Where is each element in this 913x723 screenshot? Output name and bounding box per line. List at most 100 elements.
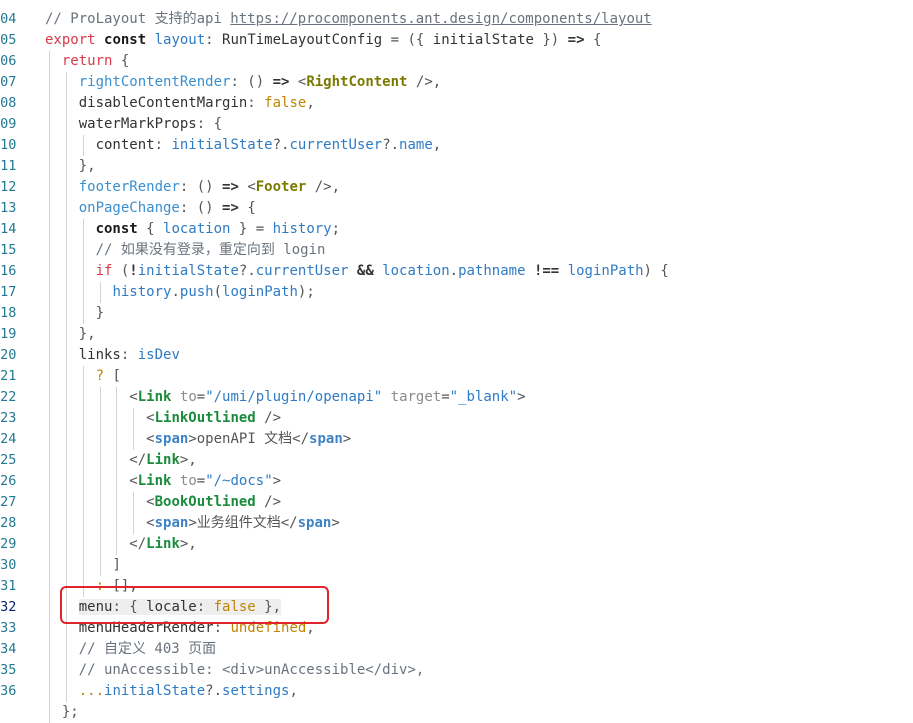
line-number: 106 (0, 53, 17, 69)
code-token: : { (196, 116, 223, 132)
indent-guide (49, 618, 50, 639)
indent-guide (49, 156, 50, 177)
code-token: // ProLayout 支持的api (45, 11, 231, 27)
code-token: , (306, 95, 315, 111)
code-line[interactable]: ...initialState?.settings, (45, 681, 298, 702)
code-token: : (120, 347, 138, 363)
code-line[interactable]: const { location } = history; (45, 219, 340, 240)
code-line[interactable]: return { (45, 51, 129, 72)
code-token: , (432, 137, 442, 153)
code-line[interactable]: rightContentRender: () => <RightContent … (45, 72, 441, 93)
code-line[interactable]: } (45, 303, 104, 324)
indent-guide (82, 303, 84, 324)
indent-guide (49, 429, 50, 450)
code-token: } (95, 305, 105, 321)
line-number: 107 (0, 74, 17, 90)
line-number: 112 (0, 179, 17, 195)
indent-guide (99, 387, 101, 408)
code-token: https://procomponents.ant.design/compone… (230, 11, 652, 27)
indent-guide (49, 261, 50, 282)
code-line[interactable]: if (!initialState?.currentUser && locati… (45, 261, 669, 282)
indent-guide (116, 492, 118, 513)
code-token: rightContentRender (78, 74, 231, 90)
code-line[interactable]: <span>openAPI 文档</span> (45, 429, 351, 450)
code-line[interactable]: onPageChange: () => { (45, 198, 256, 219)
code-token: target (390, 389, 442, 405)
indent-guide (49, 408, 50, 429)
line-number: 133 (0, 620, 17, 636)
line-number: 119 (0, 326, 17, 342)
code-line[interactable]: </Link>, (45, 534, 197, 555)
code-line[interactable]: export const layout: RunTimeLayoutConfig… (45, 30, 601, 51)
code-token: < (146, 515, 155, 531)
code-token: "_blank" (449, 389, 518, 405)
indent-guide (49, 387, 50, 408)
code-token: initialState (432, 32, 534, 48)
code-token: : (247, 95, 265, 111)
code-line[interactable]: history.push(loginPath); (45, 282, 314, 303)
code-token: /> (255, 494, 282, 510)
code-token: location (163, 221, 231, 237)
indent-guide (65, 240, 67, 261)
code-token: Link (146, 536, 180, 552)
code-token: => (567, 32, 585, 48)
code-token: initialState (137, 263, 239, 279)
indent-guide (99, 534, 101, 555)
code-line[interactable]: <Link to="/~docs"> (45, 471, 281, 492)
indent-guide (49, 555, 50, 576)
indent-guide (65, 492, 67, 513)
code-line[interactable]: }, (45, 324, 96, 345)
code-line[interactable]: }, (45, 156, 96, 177)
code-token: >, (179, 536, 197, 552)
code-line[interactable]: disableContentMargin: false, (45, 93, 315, 114)
code-line[interactable]: // unAccessible: <div>unAccessible</div>… (45, 660, 425, 681)
code-token: onPageChange (78, 200, 180, 216)
code-token: /> (255, 410, 282, 426)
indent-guide (49, 51, 50, 72)
code-line[interactable]: // 如果没有登录，重定向到 login (45, 240, 326, 261)
highlight-box-annotation (60, 586, 329, 624)
indent-guide (65, 219, 67, 240)
code-line[interactable]: content: initialState?.currentUser?.name… (45, 135, 442, 156)
code-line[interactable]: // 自定义 403 页面 (45, 639, 216, 660)
indent-guide (116, 450, 118, 471)
line-number: 135 (0, 662, 17, 678)
indent-guide (82, 492, 84, 513)
line-number: 129 (0, 536, 17, 552)
code-token: { (584, 32, 602, 48)
line-number: 120 (0, 347, 17, 363)
code-token: isDev (137, 347, 180, 363)
indent-guide (65, 156, 67, 177)
code-editor[interactable]: 104 105 106 107 108 109 110 111 112 113 114 115 116 1… (0, 0, 913, 723)
code-line[interactable]: footerRender: () => <Footer />, (45, 177, 340, 198)
code-token: ... (78, 683, 105, 699)
code-line[interactable]: </Link>, (45, 450, 197, 471)
indent-guide (49, 345, 50, 366)
line-number: 134 (0, 641, 17, 657)
indent-guide (65, 261, 67, 282)
code-token: const (95, 221, 147, 237)
code-line[interactable]: <LinkOutlined /> (45, 408, 281, 429)
indent-guide (82, 471, 84, 492)
code-line[interactable]: }; (45, 702, 79, 723)
indent-guide (133, 429, 135, 450)
indent-guide (82, 261, 84, 282)
code-line[interactable]: waterMarkProps: { (45, 114, 222, 135)
indent-guide (116, 408, 118, 429)
code-token: }, (78, 326, 96, 342)
indent-guide (65, 534, 67, 555)
code-token: location (382, 263, 450, 279)
indent-guide (49, 513, 50, 534)
code-token: = (441, 389, 450, 405)
code-line[interactable]: <BookOutlined /> (45, 492, 281, 513)
code-token: { (112, 53, 130, 69)
code-token: </ (129, 536, 147, 552)
code-token: ] (112, 557, 121, 573)
code-token: } = (230, 221, 273, 237)
code-line[interactable]: <span>业务组件文档</span> (45, 513, 340, 534)
code-line[interactable]: // ProLayout 支持的api https://procomponent… (45, 9, 652, 30)
code-token: span (154, 431, 189, 447)
code-token: >, (179, 452, 197, 468)
